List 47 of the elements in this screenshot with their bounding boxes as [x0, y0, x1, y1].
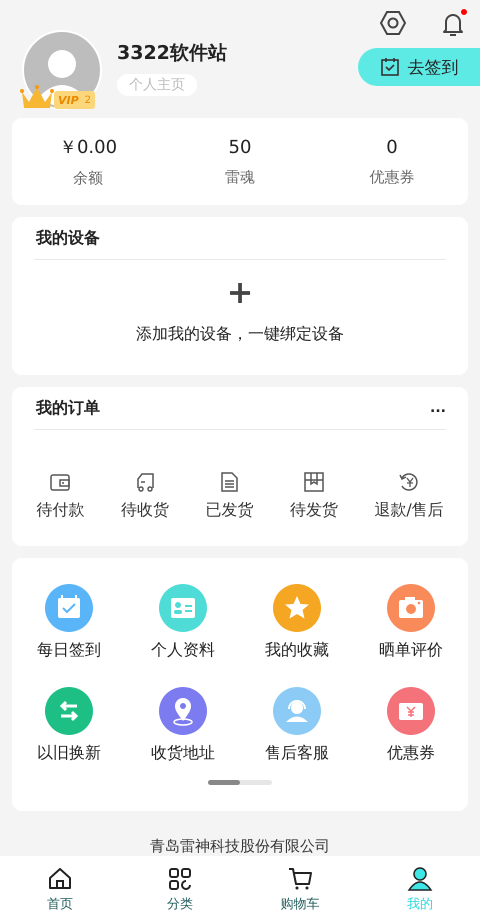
person-icon — [407, 866, 433, 892]
section-title: 我的订单 — [34, 398, 100, 419]
service-item[interactable]: 优惠券 — [354, 686, 468, 764]
stat-value: 50 — [228, 136, 252, 158]
checkin-button[interactable]: 去签到 — [358, 48, 480, 86]
page-indicator — [208, 780, 272, 785]
camera-icon — [387, 584, 435, 632]
crown-icon — [20, 84, 54, 110]
service-item[interactable]: 晒单评价 — [354, 584, 468, 661]
order-status-item[interactable]: 待付款 — [36, 470, 84, 522]
order-status-item[interactable]: 待发货 — [290, 470, 338, 522]
stat-value: 0 — [386, 136, 398, 158]
stat-label: 雷魂 — [225, 168, 255, 187]
section-title: 我的设备 — [34, 228, 100, 249]
stat-value: ￥0.00 — [58, 136, 118, 160]
company-name: 青岛雷神科技股份有限公司 — [149, 836, 331, 856]
service-item[interactable]: 我的收藏 — [240, 584, 354, 661]
stat-label: 余额 — [73, 169, 103, 188]
order-status-item[interactable]: 退款/售后 — [374, 470, 444, 522]
location-pin-icon — [159, 686, 207, 735]
nav-tab[interactable]: 首页 — [20, 856, 100, 921]
add-device-button[interactable]: + — [226, 274, 254, 310]
order-status-item[interactable]: 待收货 — [120, 470, 169, 522]
order-status-item[interactable]: 已发货 — [205, 470, 254, 522]
service-item[interactable]: 收货地址 — [126, 686, 240, 764]
headset-person-icon — [273, 686, 321, 735]
calendar-icon — [45, 584, 93, 632]
box-icon — [302, 470, 326, 494]
service-item[interactable]: 售后客服 — [240, 686, 354, 764]
calendar-check-icon — [380, 57, 400, 77]
username: 3322软件站 — [117, 41, 227, 66]
cart-icon — [287, 866, 313, 892]
nav-tab[interactable]: 分类 — [140, 856, 220, 921]
service-item[interactable]: 每日签到 — [12, 584, 126, 661]
settings-icon[interactable] — [378, 8, 408, 38]
nav-tab[interactable]: 购物车 — [260, 856, 340, 921]
category-grid-icon — [167, 866, 193, 892]
swap-arrows-icon — [45, 686, 93, 735]
vip-badge: VIP 2 — [54, 91, 96, 109]
id-card-icon — [159, 584, 207, 632]
stat-label: 优惠券 — [370, 168, 414, 187]
home-icon — [47, 866, 73, 892]
more-button[interactable]: ... — [430, 400, 446, 416]
service-item[interactable]: 以旧换新 — [12, 686, 126, 764]
ticket-icon — [387, 686, 435, 735]
add-device-prompt: 添加我的设备，一键绑定设备 — [136, 324, 344, 346]
service-item[interactable]: 个人资料 — [126, 584, 240, 661]
